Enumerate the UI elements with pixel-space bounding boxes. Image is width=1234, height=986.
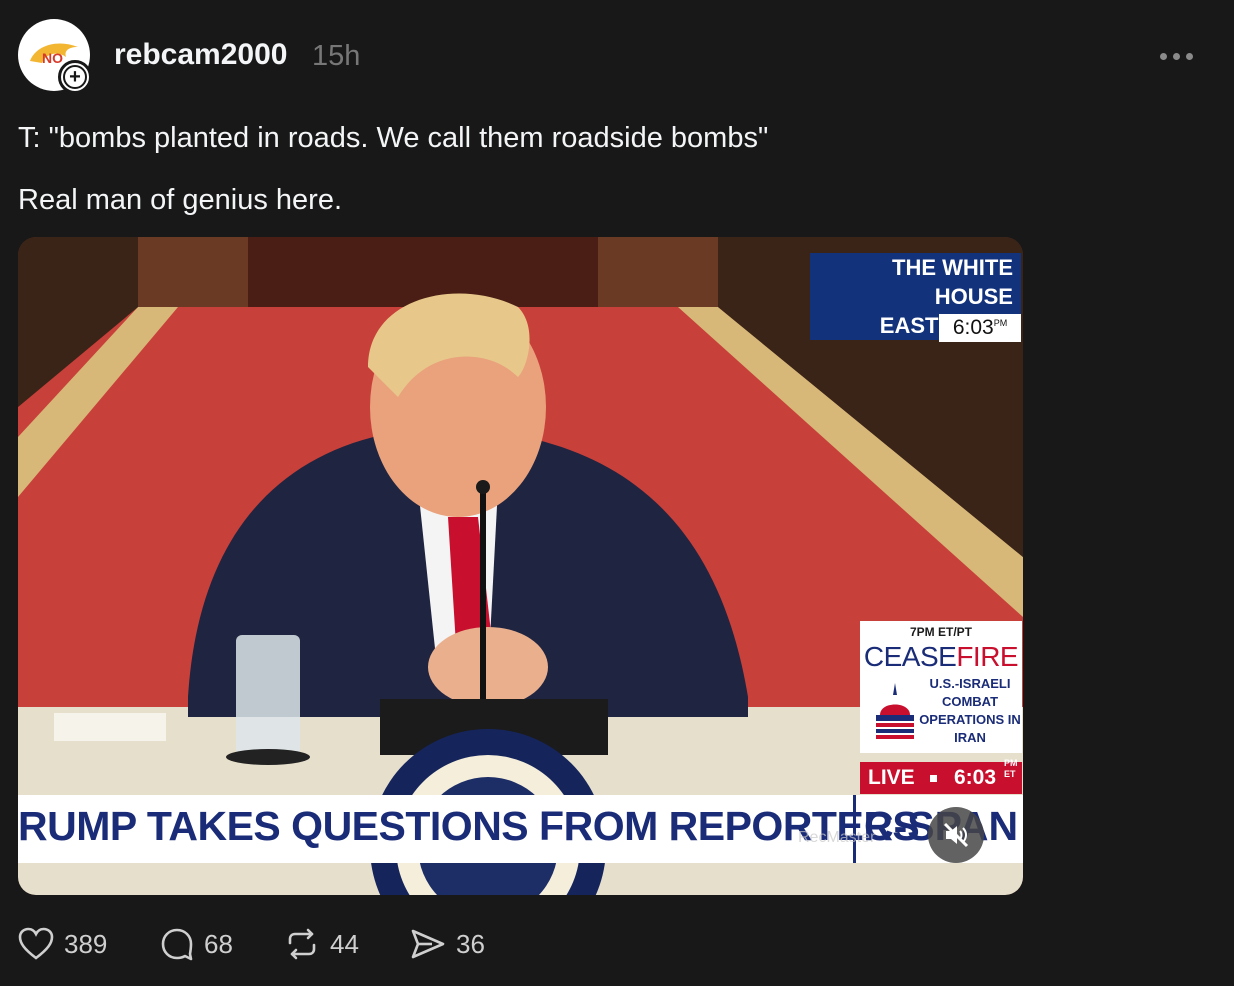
timestamp[interactable]: 15h — [312, 40, 360, 73]
location-time-value: 6:03 — [952, 316, 994, 339]
avatar-logo-text: NO — [42, 50, 63, 66]
location-line: THE WHITE HOUSE — [892, 255, 1013, 309]
live-indicator: LIVE 6:03 PM ET — [860, 758, 1022, 794]
location-time: 6:03PM — [939, 314, 1021, 342]
comment-icon — [161, 928, 193, 961]
share-count: 36 — [456, 928, 485, 959]
plus-icon: + — [63, 65, 87, 89]
capitol-icon — [876, 683, 914, 739]
speaker-muted-icon — [943, 822, 969, 848]
like-count: 389 — [64, 928, 108, 959]
heart-icon — [18, 927, 54, 960]
threads-post: NO + rebcam2000 15h T: "bombs planted in… — [0, 0, 1234, 986]
promo-time: 7PM ET/PT — [909, 625, 972, 639]
repost-icon — [288, 928, 316, 960]
live-time: 6:03 — [954, 766, 997, 789]
comment-button[interactable]: 68 — [160, 920, 233, 968]
promo-subtitle: U.S.-ISRAELI COMBAT OPERATIONS IN IRAN — [919, 676, 1021, 745]
follow-button[interactable]: + — [58, 60, 92, 94]
username[interactable]: rebcam2000 — [114, 38, 287, 72]
mute-button[interactable] — [928, 807, 984, 863]
post-text-line: T: "bombs planted in roads. We call them… — [18, 122, 769, 154]
repost-button[interactable]: 44 — [284, 920, 359, 968]
video-player[interactable]: THE WHITE HOUSE EAST ROOM 6:03PM 7PM ET/… — [18, 237, 1023, 895]
headline: RUMP TAKES QUESTIONS FROM REPORTERS — [18, 803, 920, 849]
live-label: LIVE — [868, 766, 915, 789]
send-icon — [411, 929, 445, 959]
watermark: RecMaster — [798, 829, 876, 846]
live-ampm: PM ET — [1004, 758, 1018, 779]
more-options-icon[interactable] — [1160, 46, 1200, 66]
post-text-line: Real man of genius here. — [18, 184, 343, 216]
share-button[interactable]: 36 — [410, 920, 485, 968]
comment-count: 68 — [204, 928, 233, 959]
program-promo: 7PM ET/PT CEASEFIRE U.S.-ISRAELI COMBAT … — [860, 621, 1022, 753]
like-button[interactable]: 389 — [18, 920, 107, 968]
live-separator — [930, 775, 937, 782]
promo-title: CEASEFIRE — [860, 641, 1022, 673]
repost-count: 44 — [330, 928, 359, 959]
promo-title-part: FIRE — [956, 641, 1019, 672]
location-time-ampm: PM — [993, 318, 1008, 328]
promo-title-part: CEASE — [863, 641, 957, 672]
